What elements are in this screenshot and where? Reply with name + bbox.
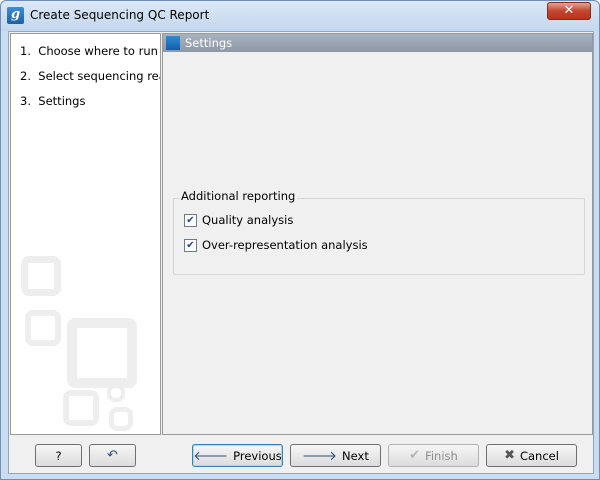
title-bar[interactable]: g Create Sequencing QC Report ✕ — [1, 1, 599, 31]
previous-label: Previous — [233, 448, 282, 463]
step-number: 3. — [20, 94, 31, 108]
quality-analysis-label[interactable]: Quality analysis — [202, 213, 293, 227]
settings-title: Settings — [185, 36, 233, 50]
step-choose-where-to-run: 1. Choose where to run — [20, 44, 158, 58]
arrow-right-icon: 🡒 — [302, 448, 338, 464]
step-number: 1. — [20, 44, 31, 58]
over-representation-option[interactable]: ✔ Over-representation analysis — [184, 238, 368, 252]
next-label: Next — [342, 448, 369, 463]
help-label: ? — [55, 448, 62, 463]
reset-icon: ↶ — [107, 448, 118, 463]
window-title: Create Sequencing QC Report — [30, 8, 210, 22]
step-select-sequencing-reads: 2. Select sequencing reads — [20, 69, 160, 83]
step-label: Select sequencing reads — [38, 69, 160, 83]
quality-analysis-checkbox[interactable]: ✔ — [184, 213, 197, 227]
step-label: Settings — [38, 94, 86, 108]
cancel-button[interactable]: ✖ Cancel — [486, 444, 577, 467]
wizard-steps-panel: 1. Choose where to run 2. Select sequenc… — [10, 33, 161, 435]
settings-panel: Settings Additional reporting ✔ Quality … — [162, 33, 593, 435]
previous-button[interactable]: 🡐 Previous — [192, 444, 283, 467]
cancel-x-icon: ✖ — [504, 448, 515, 463]
app-logo-icon: g — [7, 7, 24, 24]
dialog-body: 1. Choose where to run 2. Select sequenc… — [8, 31, 594, 474]
cancel-label: Cancel — [519, 448, 559, 463]
checkmark-icon: ✔ — [409, 448, 421, 463]
over-representation-label[interactable]: Over-representation analysis — [202, 238, 368, 252]
finish-label: Finish — [425, 448, 458, 463]
group-label: Additional reporting — [179, 189, 298, 203]
reset-button[interactable]: ↶ — [89, 444, 136, 467]
arrow-left-icon: 🡐 — [193, 448, 229, 464]
close-button[interactable]: ✕ — [547, 2, 591, 20]
next-button[interactable]: 🡒 Next — [290, 444, 381, 467]
step-settings: 3. Settings — [20, 94, 85, 108]
dialog-window: g Create Sequencing QC Report ✕ 1. Choos… — [0, 0, 600, 480]
settings-square-icon — [166, 36, 180, 50]
over-representation-checkbox[interactable]: ✔ — [184, 238, 197, 252]
step-label: Choose where to run — [38, 44, 158, 58]
additional-reporting-group: Additional reporting ✔ Quality analysis … — [173, 189, 585, 275]
quality-analysis-option[interactable]: ✔ Quality analysis — [184, 213, 293, 227]
help-button[interactable]: ? — [35, 444, 82, 467]
step-number: 2. — [20, 69, 31, 83]
settings-header: Settings — [163, 34, 592, 52]
finish-button[interactable]: ✔ Finish — [388, 444, 479, 467]
